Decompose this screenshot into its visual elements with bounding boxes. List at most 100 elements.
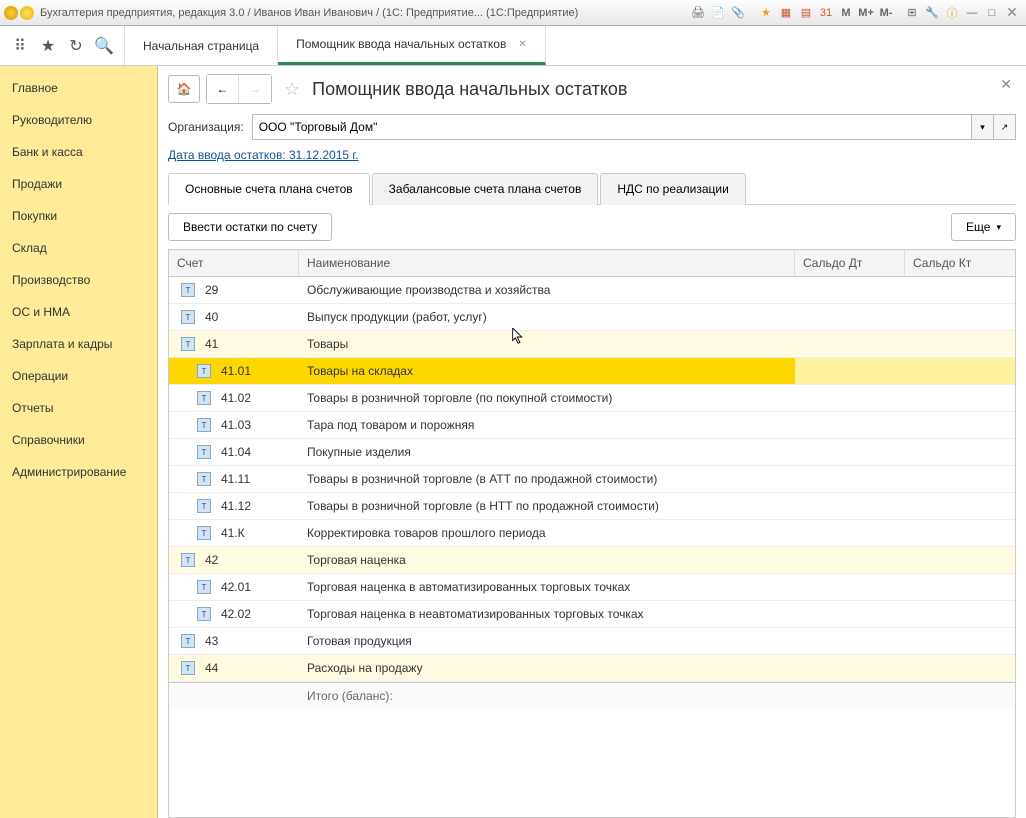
table-row[interactable]: T42Торговая наценка	[169, 547, 1015, 574]
tb-clip-icon[interactable]: 📎	[729, 4, 747, 22]
table-row[interactable]: T42.02Торговая наценка в неавтоматизиров…	[169, 601, 1015, 628]
enter-balance-button[interactable]: Ввести остатки по счету	[168, 213, 332, 241]
tb-panel-icon[interactable]: ⊞	[903, 4, 921, 22]
apps-icon[interactable]: ⠿	[6, 32, 34, 60]
col-account[interactable]: Счет	[169, 250, 299, 276]
nav-operations[interactable]: Операции	[0, 360, 157, 392]
content-close-icon[interactable]: ✕	[1000, 76, 1012, 93]
chevron-down-icon: ▾	[996, 222, 1001, 233]
subtab-offbalance[interactable]: Забалансовые счета плана счетов	[372, 173, 599, 205]
account-name: Обслуживающие производства и хозяйства	[299, 277, 795, 303]
table-row[interactable]: T41Товары	[169, 331, 1015, 358]
debit-cell	[795, 520, 905, 546]
account-icon: T	[197, 526, 211, 540]
credit-cell	[905, 358, 1015, 384]
credit-cell	[905, 277, 1015, 303]
nav-hr[interactable]: Зарплата и кадры	[0, 328, 157, 360]
nav-assets[interactable]: ОС и НМА	[0, 296, 157, 328]
history-icon[interactable]: ↻	[62, 32, 90, 60]
subtab-vat[interactable]: НДС по реализации	[600, 173, 745, 205]
tab-close-icon[interactable]: ✕	[518, 39, 526, 50]
tab-assistant[interactable]: Помощник ввода начальных остатков ✕	[278, 26, 546, 65]
debit-cell	[795, 439, 905, 465]
org-label: Организация:	[168, 120, 244, 134]
credit-cell	[905, 520, 1015, 546]
nav-manager[interactable]: Руководителю	[0, 104, 157, 136]
minimize-icon[interactable]: —	[963, 4, 981, 22]
account-name: Выпуск продукции (работ, услуг)	[299, 304, 795, 330]
back-button[interactable]: ←	[207, 75, 239, 103]
credit-cell	[905, 466, 1015, 492]
table-row[interactable]: T42.01Торговая наценка в автоматизирован…	[169, 574, 1015, 601]
tb-star-icon[interactable]: ★	[757, 4, 775, 22]
tb-mplus-icon[interactable]: M+	[857, 4, 875, 22]
account-code: 41.К	[221, 526, 245, 540]
nav-reports[interactable]: Отчеты	[0, 392, 157, 424]
nav-purchases[interactable]: Покупки	[0, 200, 157, 232]
credit-cell	[905, 493, 1015, 519]
table-row[interactable]: T41.01Товары на складах	[169, 358, 1015, 385]
debit-cell	[795, 574, 905, 600]
nav-warehouse[interactable]: Склад	[0, 232, 157, 264]
nav-bank[interactable]: Банк и касса	[0, 136, 157, 168]
tb-doc-icon[interactable]: 📄	[709, 4, 727, 22]
more-button-label: Еще	[966, 220, 990, 234]
app-icon	[4, 6, 18, 20]
table-row[interactable]: T 41.К Корректировка товаров прошлого пери…	[169, 520, 1015, 547]
search-icon[interactable]: 🔍	[90, 32, 118, 60]
fav-icon[interactable]: ★	[34, 32, 62, 60]
table-row[interactable]: T41.04Покупные изделия	[169, 439, 1015, 466]
nav-admin[interactable]: Администрирование	[0, 456, 157, 488]
tb-cal2-icon[interactable]: 31	[817, 4, 835, 22]
nav-directories[interactable]: Справочники	[0, 424, 157, 456]
account-code: 29	[205, 283, 218, 297]
org-input[interactable]	[252, 114, 972, 140]
account-icon: T	[181, 337, 195, 351]
tb-print-icon[interactable]: 🖨	[689, 4, 707, 22]
date-link[interactable]: Дата ввода остатков: 31.12.2015 г.	[168, 148, 359, 162]
table-row[interactable]: T41.12Товары в розничной торговле (в НТТ…	[169, 493, 1015, 520]
account-code: 42	[205, 553, 218, 567]
tab-home[interactable]: Начальная страница	[125, 26, 278, 65]
tb-wrench-icon[interactable]: 🔧	[923, 4, 941, 22]
debit-cell	[795, 358, 905, 384]
tb-info-icon[interactable]: ⓘ	[943, 4, 961, 22]
nav-sales[interactable]: Продажи	[0, 168, 157, 200]
account-code: 41.01	[221, 364, 251, 378]
nav-main[interactable]: Главное	[0, 72, 157, 104]
close-icon[interactable]: ✕	[1003, 4, 1021, 22]
table-row[interactable]: T41.03Тара под товаром и порожняя	[169, 412, 1015, 439]
maximize-icon[interactable]: □	[983, 4, 1001, 22]
account-name: Покупные изделия	[299, 439, 795, 465]
tb-cal1-icon[interactable]: ▦	[777, 4, 795, 22]
table-row[interactable]: T40Выпуск продукции (работ, услуг)	[169, 304, 1015, 331]
table-row[interactable]: T29Обслуживающие производства и хозяйств…	[169, 277, 1015, 304]
account-name: Готовая продукция	[299, 628, 795, 654]
star-icon[interactable]: ☆	[284, 79, 300, 100]
org-open-icon[interactable]: ↗	[994, 114, 1016, 140]
debit-cell	[795, 277, 905, 303]
subtab-main[interactable]: Основные счета плана счетов	[168, 173, 370, 205]
credit-cell	[905, 574, 1015, 600]
account-name: Товары	[299, 331, 795, 357]
table-row[interactable]: T41.11Товары в розничной торговле (в АТТ…	[169, 466, 1015, 493]
account-icon: T	[197, 499, 211, 513]
forward-button[interactable]: →	[239, 75, 271, 103]
smiley-icon	[20, 6, 34, 20]
org-dropdown-icon[interactable]: ▾	[972, 114, 994, 140]
more-button[interactable]: Еще ▾	[951, 213, 1016, 241]
table-row[interactable]: T43Готовая продукция	[169, 628, 1015, 655]
account-name: Корректировка товаров прошлого периода	[299, 520, 795, 546]
tb-m-icon[interactable]: M	[837, 4, 855, 22]
col-credit[interactable]: Сальдо Кт	[905, 250, 1015, 276]
table-row[interactable]: T44Расходы на продажу	[169, 655, 1015, 682]
col-debit[interactable]: Сальдо Дт	[795, 250, 905, 276]
nav-production[interactable]: Производство	[0, 264, 157, 296]
account-code: 42.01	[221, 580, 251, 594]
table-row[interactable]: T41.02Товары в розничной торговле (по по…	[169, 385, 1015, 412]
tb-calc-icon[interactable]: ▤	[797, 4, 815, 22]
credit-cell	[905, 331, 1015, 357]
col-name[interactable]: Наименование	[299, 250, 795, 276]
tb-mminus-icon[interactable]: M-	[877, 4, 895, 22]
home-button[interactable]: 🏠	[168, 75, 200, 103]
